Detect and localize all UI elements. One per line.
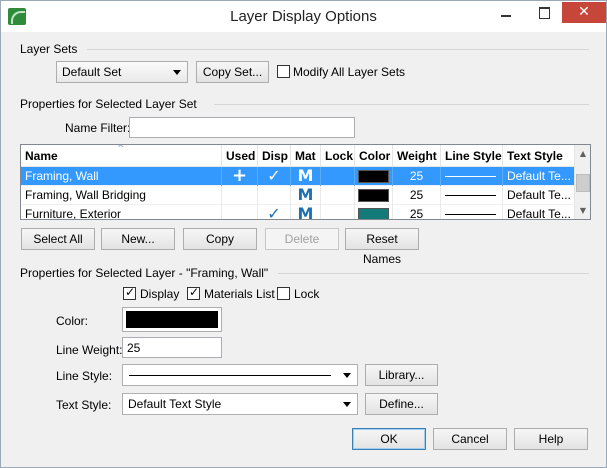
layer-set-dropdown[interactable]: Default Set — [56, 61, 188, 83]
row-used[interactable] — [222, 205, 258, 219]
display-check-icon[interactable]: ✓ — [258, 167, 291, 186]
row-line-style[interactable] — [441, 167, 503, 186]
props-set-divider — [214, 104, 589, 105]
new-button[interactable]: New... — [101, 228, 175, 250]
minimize-icon[interactable] — [491, 2, 521, 23]
color-picker-button[interactable] — [122, 307, 222, 332]
column-header-disp[interactable]: Disp — [258, 145, 291, 167]
copy-button[interactable]: Copy — [183, 228, 257, 250]
materials-m-icon[interactable]: M — [291, 167, 321, 186]
help-button[interactable]: Help — [514, 428, 588, 450]
reset-names-button[interactable]: Reset Names — [345, 228, 419, 266]
row-lock[interactable] — [321, 205, 355, 219]
layer-table[interactable]: Name ^ Used Disp Mat Lock Color Weight L… — [20, 144, 591, 220]
line-style-sample — [445, 176, 496, 177]
delete-button[interactable]: Delete — [265, 228, 339, 250]
row-disp[interactable] — [258, 186, 291, 205]
layer-display-options-dialog: Layer Display Options ✕ Layer Sets Defau… — [0, 0, 607, 468]
select-all-button[interactable]: Select All — [21, 228, 95, 250]
name-filter-input[interactable] — [129, 117, 355, 138]
materials-m-icon[interactable]: M — [291, 205, 321, 219]
table-row[interactable]: Furniture, Exterior ✓ M 25 Default Te... — [21, 205, 574, 219]
props-layer-divider — [278, 273, 589, 274]
library-button[interactable]: Library... — [365, 364, 438, 386]
used-plus-icon[interactable]: + — [222, 167, 258, 186]
props-layer-label: Properties for Selected Layer - "Framing… — [20, 266, 269, 280]
table-header: Name ^ Used Disp Mat Lock Color Weight L… — [21, 145, 574, 167]
text-style-dropdown[interactable]: Default Text Style — [122, 393, 358, 415]
line-style-sample — [445, 195, 496, 196]
color-swatch-0 — [358, 170, 389, 183]
color-swatch-1 — [358, 189, 389, 202]
chevron-down-icon — [343, 402, 351, 407]
color-swatch-2 — [358, 208, 389, 219]
maximize-icon[interactable] — [529, 2, 559, 23]
text-style-value: Default Text Style — [128, 397, 222, 411]
column-header-line-style[interactable]: Line Style — [441, 145, 503, 167]
materials-m-icon[interactable]: M — [291, 186, 321, 205]
scroll-down-icon[interactable]: ▼ — [575, 202, 590, 219]
cancel-button[interactable]: Cancel — [433, 428, 507, 450]
scroll-thumb[interactable] — [576, 174, 590, 192]
materials-list-checkbox[interactable]: ✓ — [187, 285, 200, 300]
line-weight-input[interactable] — [122, 337, 222, 358]
chevron-down-icon — [173, 70, 181, 75]
sort-ascending-icon: ^ — [117, 144, 125, 154]
table-vertical-scrollbar[interactable]: ▲ ▼ — [574, 145, 590, 219]
modify-all-label: Modify All Layer Sets — [293, 65, 406, 79]
scroll-up-icon[interactable]: ▲ — [575, 145, 590, 162]
text-style-label: Text Style: — [56, 398, 112, 412]
line-style-label: Line Style: — [56, 369, 113, 383]
table-row[interactable]: Framing, Wall Bridging M 25 Default Te..… — [21, 186, 574, 205]
close-icon[interactable]: ✕ — [562, 2, 606, 23]
row-line-style[interactable] — [441, 205, 503, 219]
row-text-style[interactable]: Default Te... — [503, 167, 574, 186]
column-header-color[interactable]: Color — [355, 145, 393, 167]
ok-button[interactable]: OK — [352, 428, 426, 450]
materials-list-label: Materials List — [204, 287, 275, 301]
row-name: Framing, Wall — [21, 167, 222, 186]
row-name: Framing, Wall Bridging — [21, 186, 222, 205]
row-lock[interactable] — [321, 186, 355, 205]
modify-all-checkbox[interactable] — [277, 65, 290, 78]
selected-color-swatch — [126, 311, 218, 328]
row-color[interactable] — [355, 186, 393, 205]
row-text-style[interactable]: Default Te... — [503, 205, 574, 219]
row-color[interactable] — [355, 167, 393, 186]
props-set-label: Properties for Selected Layer Set — [20, 97, 197, 111]
column-header-text-style[interactable]: Text Style — [503, 145, 574, 167]
row-weight[interactable]: 25 — [393, 205, 441, 219]
display-checkbox[interactable]: ✓ — [123, 285, 136, 300]
define-button[interactable]: Define... — [365, 393, 438, 415]
row-text-style[interactable]: Default Te... — [503, 186, 574, 205]
row-line-style[interactable] — [441, 186, 503, 205]
name-filter-label: Name Filter: — [65, 121, 131, 135]
row-weight[interactable]: 25 — [393, 186, 441, 205]
row-name: Furniture, Exterior — [21, 205, 222, 219]
layer-sets-divider — [87, 49, 589, 50]
row-color[interactable] — [355, 205, 393, 219]
lock-label: Lock — [294, 287, 320, 301]
row-weight[interactable]: 25 — [393, 167, 441, 186]
line-weight-label: Line Weight: — [56, 343, 123, 357]
column-header-weight[interactable]: Weight — [393, 145, 441, 167]
title-bar[interactable]: Layer Display Options ✕ — [1, 1, 606, 32]
layer-sets-label: Layer Sets — [20, 42, 78, 56]
row-used[interactable] — [222, 186, 258, 205]
display-check-icon[interactable]: ✓ — [258, 205, 291, 219]
display-label: Display — [140, 287, 180, 301]
column-header-lock[interactable]: Lock — [321, 145, 355, 167]
line-style-sample — [129, 375, 331, 376]
layer-set-value: Default Set — [62, 65, 122, 79]
column-header-used[interactable]: Used — [222, 145, 258, 167]
line-style-sample — [445, 214, 496, 215]
table-row[interactable]: Framing, Wall + ✓ M 25 Default Te... — [21, 167, 574, 186]
lock-checkbox[interactable] — [277, 287, 290, 300]
line-style-dropdown[interactable] — [122, 364, 358, 386]
column-header-mat[interactable]: Mat — [291, 145, 321, 167]
row-lock[interactable] — [321, 167, 355, 186]
chevron-down-icon — [343, 373, 351, 378]
copy-set-button[interactable]: Copy Set... — [196, 61, 269, 83]
color-label: Color: — [56, 314, 89, 328]
